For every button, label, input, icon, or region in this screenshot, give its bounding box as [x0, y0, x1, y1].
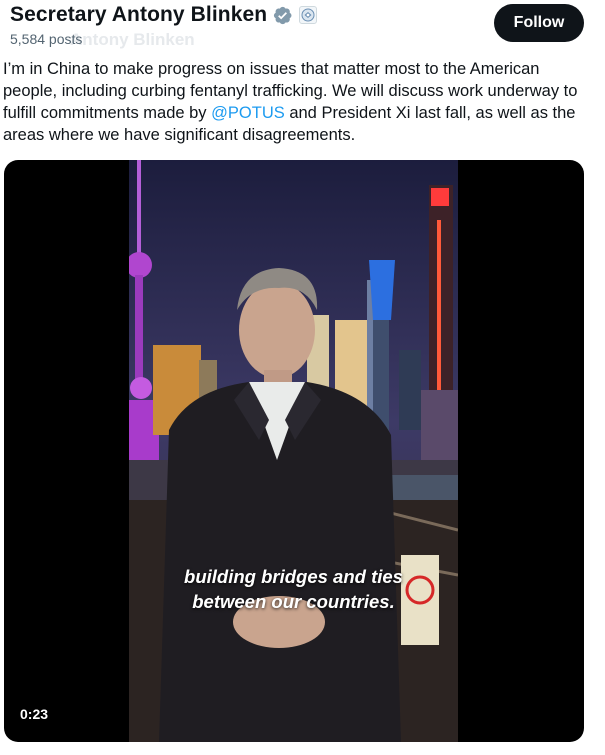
caption-line-2: between our countries. [192, 591, 395, 612]
video-scene-illustration [129, 160, 458, 742]
follow-button[interactable]: Follow [494, 4, 584, 42]
post-count: 5,584 posts [10, 31, 83, 47]
display-name[interactable]: Secretary Antony Blinken [10, 3, 267, 27]
video-caption: building bridges and ties between our co… [129, 564, 458, 614]
caption-line-1: building bridges and ties [184, 566, 403, 587]
verified-badge-icon[interactable] [272, 5, 293, 26]
profile-header: Antony Blinken Secretary Antony Blinken … [0, 0, 605, 56]
video-frame[interactable] [129, 160, 458, 742]
tweet-text: I’m in China to make progress on issues … [3, 58, 593, 146]
video-player[interactable]: building bridges and ties between our co… [4, 160, 584, 742]
video-timestamp: 0:23 [20, 706, 49, 722]
name-row: Secretary Antony Blinken [10, 3, 318, 27]
government-seal-icon[interactable] [299, 6, 318, 24]
mention-link[interactable]: @POTUS [211, 104, 285, 122]
scrolled-name-ghost: Antony Blinken [70, 30, 195, 49]
